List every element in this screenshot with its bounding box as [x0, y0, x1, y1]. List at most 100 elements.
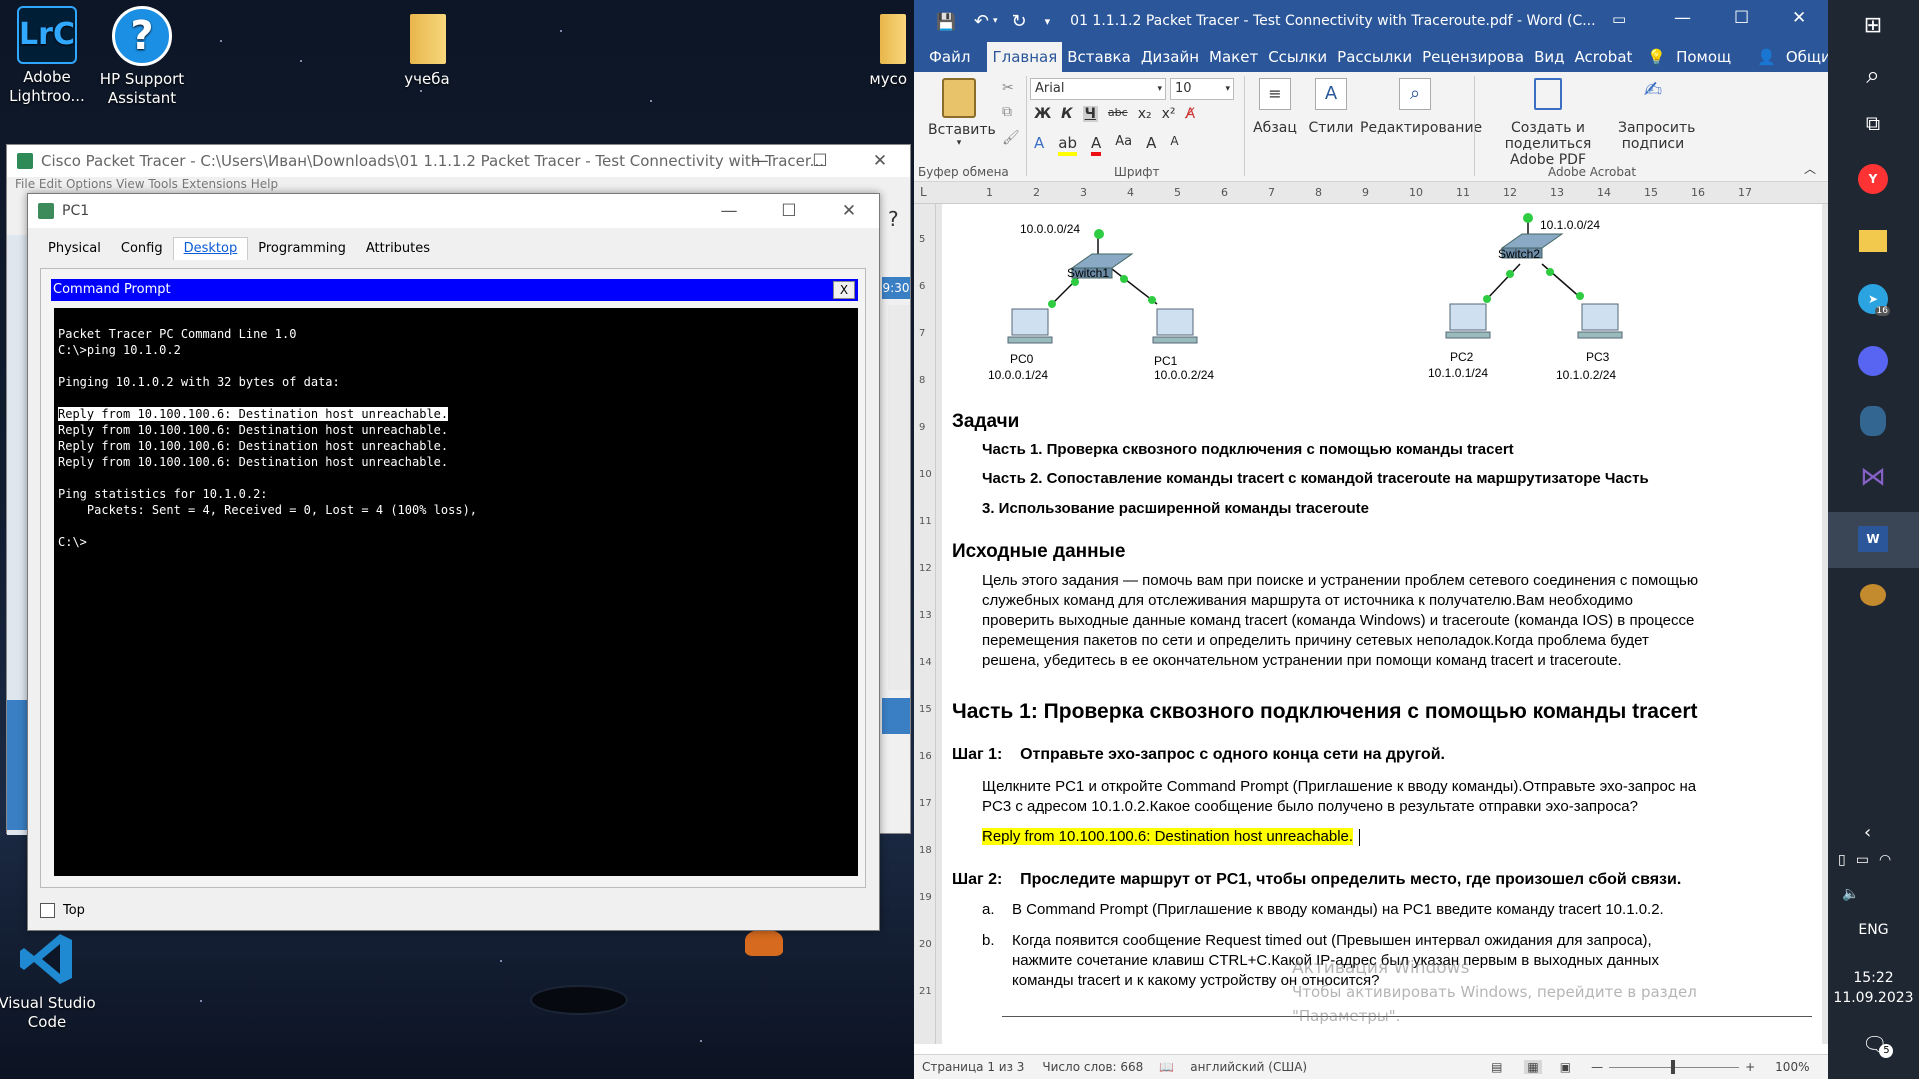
taskbar-packet-tracer[interactable]	[1854, 576, 1892, 614]
format-painter-icon[interactable]: 🖌	[1002, 130, 1020, 146]
tab-programming[interactable]: Programming	[248, 241, 356, 260]
tab-attributes[interactable]: Attributes	[356, 241, 440, 260]
font-name-box[interactable]: Arial ▾	[1030, 78, 1166, 100]
desktop-icon-hp-support[interactable]: ? HP Support Assistant	[87, 6, 197, 108]
minimize-button[interactable]: —	[1674, 8, 1691, 28]
underline-button[interactable]: Ч	[1082, 106, 1098, 122]
command-prompt-console[interactable]: Packet Tracer PC Command Line 1.0 C:\>pin…	[54, 308, 858, 876]
dropdown-icon[interactable]: ▾	[993, 16, 998, 26]
tab-help[interactable]: 💡 Помощ	[1637, 48, 1741, 72]
tab-desktop[interactable]: Desktop	[172, 237, 249, 260]
taskbar-discord[interactable]	[1854, 342, 1892, 380]
save-icon[interactable]: 💾	[936, 12, 956, 31]
tab-view[interactable]: Вид	[1529, 48, 1569, 72]
minimize-button[interactable]: —	[730, 145, 790, 177]
styles-button[interactable]: A Стили	[1306, 78, 1356, 136]
maximize-button[interactable]: ☐	[759, 194, 819, 228]
zoom-slider[interactable]	[1609, 1059, 1740, 1074]
language[interactable]: английский (США)	[1190, 1060, 1307, 1074]
minimize-button[interactable]: —	[699, 194, 759, 228]
phone-link-icon[interactable]: ▯	[1838, 852, 1846, 868]
subscript-button[interactable]: x₂	[1138, 106, 1152, 122]
collapse-ribbon-icon[interactable]: ︿	[1804, 160, 1816, 177]
taskbar-pgadmin[interactable]	[1854, 402, 1892, 440]
create-pdf-button[interactable]: Создать и поделиться Adobe PDF	[1480, 78, 1616, 168]
tab-design[interactable]: Дизайн	[1136, 48, 1204, 72]
battery-icon[interactable]: ▭	[1856, 852, 1869, 868]
taskbar-yandex[interactable]: Y	[1854, 160, 1892, 198]
ribbon-display-icon[interactable]: ▭	[1612, 10, 1626, 28]
packet-tracer-titlebar[interactable]: Cisco Packet Tracer - C:\Users\Иван\Down…	[7, 145, 910, 177]
tab-mailings[interactable]: Рассылки	[1332, 48, 1417, 72]
start-button[interactable]: ⊞	[1854, 6, 1892, 44]
command-prompt-close-button[interactable]: X	[833, 281, 855, 299]
desktop-icon-vscode[interactable]: Visual Studio Code	[0, 930, 102, 1032]
pc1-titlebar[interactable]: PC1 — ☐ ✕	[28, 194, 879, 228]
web-layout-icon[interactable]: ▣	[1560, 1060, 1571, 1074]
top-checkbox[interactable]: Top	[40, 903, 85, 918]
taskbar-visual-studio[interactable]: ⋈	[1854, 458, 1892, 496]
request-signature-button[interactable]: ✍ Запросить подписи	[1618, 78, 1695, 152]
change-case-icon[interactable]: Aa	[1115, 134, 1132, 156]
qat-customize-icon[interactable]: ▾	[1045, 15, 1051, 28]
desktop-icon-folder-muso[interactable]: мусо	[847, 6, 907, 89]
tab-home[interactable]: Главная	[987, 42, 1063, 72]
desktop-icon-folder-ucheba[interactable]: учеба	[372, 6, 482, 89]
tab-acrobat[interactable]: Acrobat	[1570, 48, 1638, 72]
grow-font-icon[interactable]: A	[1146, 134, 1156, 156]
taskbar-word-active[interactable]: W	[1828, 512, 1919, 568]
italic-button[interactable]: К	[1061, 106, 1072, 122]
zoom-slider-thumb[interactable]	[1671, 1059, 1676, 1074]
horizontal-ruler[interactable]: L 1 2 3 4 5 6 7 8 9 10 11 12 13 14 15 16 17	[914, 182, 1828, 204]
clock-time[interactable]: 15:22	[1828, 970, 1919, 986]
clear-formatting-icon[interactable]: A̸	[1186, 106, 1196, 122]
font-color-icon[interactable]: A	[1090, 134, 1102, 156]
zoom-out-icon[interactable]: —	[1591, 1060, 1603, 1074]
pt-scrollbar[interactable]	[888, 305, 910, 690]
taskbar-explorer[interactable]	[1854, 222, 1892, 260]
checkbox-box[interactable]	[40, 903, 55, 918]
shrink-font-icon[interactable]: A	[1170, 134, 1178, 156]
undo-icon[interactable]: ↶	[974, 11, 989, 32]
zoom-level[interactable]: 100%	[1775, 1060, 1809, 1074]
word-titlebar[interactable]: 💾 ↶ ▾ ↻ ▾ 01 1.1.1.2 Packet Tracer - Tes…	[914, 0, 1828, 42]
wifi-icon[interactable]: ◠	[1879, 852, 1891, 868]
tab-layout[interactable]: Макет	[1204, 48, 1263, 72]
maximize-button[interactable]: ☐	[1734, 8, 1749, 28]
clock-date[interactable]: 11.09.2023	[1828, 990, 1919, 1006]
proofing-icon[interactable]: 📖	[1159, 1060, 1174, 1074]
taskbar-telegram[interactable]: ➤ 16	[1854, 280, 1892, 318]
word-count[interactable]: Число слов: 668	[1042, 1060, 1143, 1074]
close-button[interactable]: ✕	[1792, 8, 1806, 28]
search-button[interactable]: ⌕	[1854, 56, 1892, 94]
zoom-in-icon[interactable]: +	[1745, 1060, 1755, 1074]
tab-insert[interactable]: Вставка	[1062, 48, 1136, 72]
cut-icon[interactable]: ✂	[1002, 80, 1014, 96]
page-count[interactable]: Страница 1 из 3	[922, 1060, 1024, 1074]
document-page[interactable]: 10.0.0.0/24 10.1.0.0/24 Switch1 Switch2 …	[942, 204, 1822, 1044]
close-button[interactable]: ✕	[819, 194, 879, 228]
task-view-button[interactable]: ⧉	[1854, 104, 1892, 142]
tab-file[interactable]: Файл	[924, 48, 975, 72]
text-effects-icon[interactable]: A	[1034, 134, 1044, 156]
pt-help-icon[interactable]: ?	[888, 207, 908, 231]
editing-button[interactable]: ⌕ Редактирование	[1360, 78, 1482, 136]
superscript-button[interactable]: x²	[1162, 106, 1176, 122]
read-mode-icon[interactable]: ▤	[1491, 1060, 1502, 1074]
volume-icon[interactable]: 🔈	[1842, 886, 1859, 902]
maximize-button[interactable]: ☐	[790, 145, 850, 177]
tab-config[interactable]: Config	[111, 241, 173, 260]
redo-icon[interactable]: ↻	[1012, 11, 1027, 32]
print-layout-icon[interactable]: ▦	[1524, 1060, 1542, 1074]
highlight-icon[interactable]: ab	[1058, 134, 1077, 156]
tab-selector-icon[interactable]: L	[920, 185, 927, 199]
language-indicator[interactable]: ENG	[1828, 922, 1919, 938]
paste-button[interactable]: Вставить ▾	[928, 78, 996, 148]
strikethrough-button[interactable]: abc	[1108, 106, 1128, 122]
font-size-box[interactable]: 10 ▾	[1170, 78, 1234, 100]
paragraph-button[interactable]: ≡ Абзац	[1250, 78, 1300, 136]
tab-references[interactable]: Ссылки	[1263, 48, 1332, 72]
close-button[interactable]: ✕	[850, 145, 910, 177]
notification-center-button[interactable]: 🗨 5	[1862, 1032, 1894, 1058]
packet-tracer-menubar[interactable]: File Edit Options View Tools Extensions …	[7, 177, 910, 193]
